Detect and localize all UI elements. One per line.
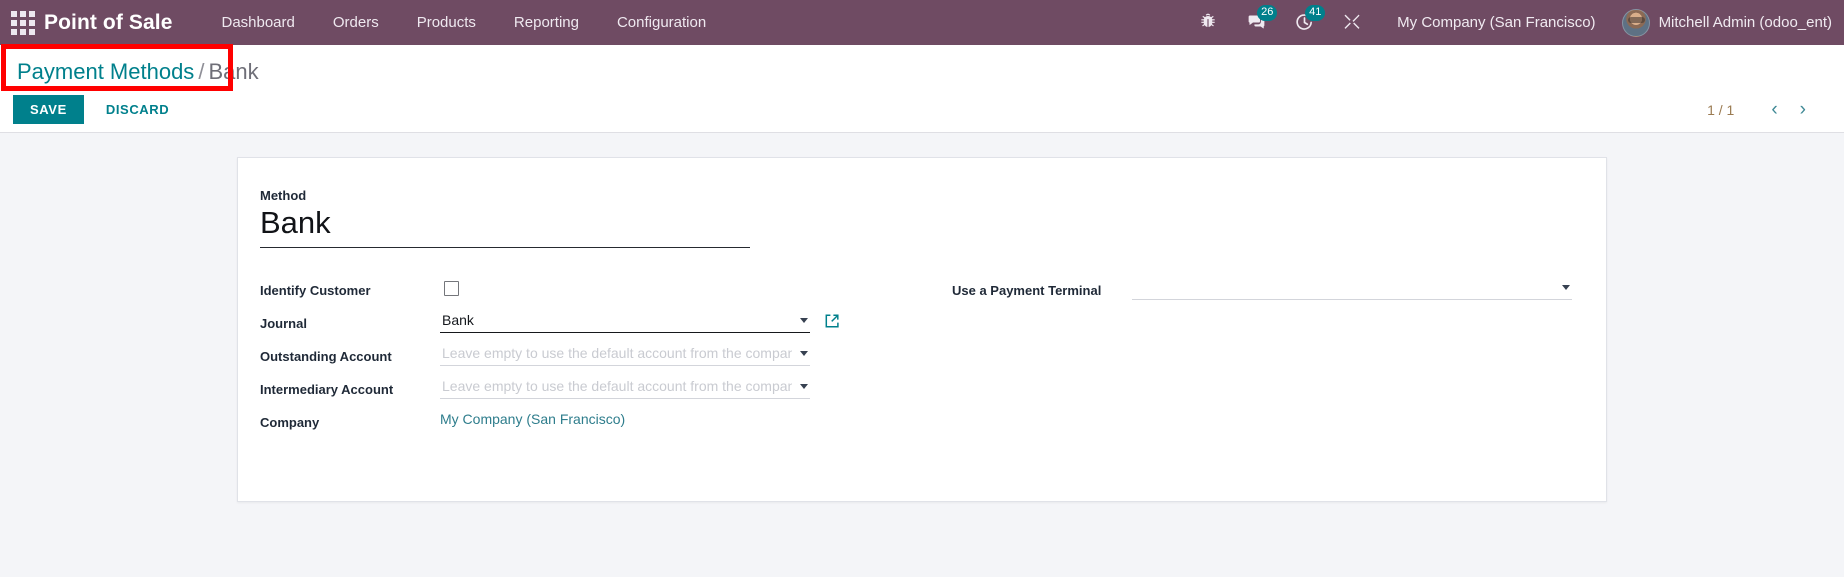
outstanding-account-input[interactable] xyxy=(440,341,810,365)
top-navbar: Point of Sale Dashboard Orders Products … xyxy=(0,0,1844,45)
record-pager: 1 / 1 ‹ › xyxy=(1707,100,1827,119)
developer-tools-icon[interactable] xyxy=(1342,12,1364,34)
identify-customer-checkbox[interactable] xyxy=(444,280,459,296)
chevron-down-icon[interactable] xyxy=(1562,284,1570,290)
chevron-down-icon[interactable] xyxy=(800,350,808,356)
bug-icon[interactable] xyxy=(1198,12,1220,34)
activities-badge: 41 xyxy=(1305,4,1326,21)
chevron-down-icon[interactable] xyxy=(800,317,808,323)
pager-count: 1 / 1 xyxy=(1707,101,1735,118)
payment-terminal-input[interactable] xyxy=(1132,275,1572,299)
intermediary-account-select[interactable] xyxy=(440,374,810,399)
menu-item-products[interactable]: Products xyxy=(398,0,495,45)
field-row-identify-customer: Identify Customer xyxy=(260,276,922,302)
outstanding-account-label: Outstanding Account xyxy=(260,348,392,364)
control-panel: Payment Methods / Bank SAVE DISCARD 1 / 1 … xyxy=(0,44,1844,133)
breadcrumb-separator: / xyxy=(198,59,205,84)
user-name-label: Mitchell Admin (odoo_ent) xyxy=(1658,14,1832,31)
field-row-intermediary-account: Intermediary Account xyxy=(260,374,922,401)
method-name-input[interactable] xyxy=(260,205,750,248)
field-row-outstanding-account: Outstanding Account xyxy=(260,341,922,368)
journal-label: Journal xyxy=(260,315,307,331)
form-column-left: Identify Customer Journal Bank Outstandi… xyxy=(260,276,922,441)
field-row-payment-terminal: Use a Payment Terminal xyxy=(952,275,1584,302)
pager-next-button[interactable]: › xyxy=(1789,100,1817,119)
save-button[interactable]: SAVE xyxy=(13,95,84,124)
navbar-right-tools: 26 41 My Company (San Francisco) Mitchel… xyxy=(1185,0,1844,45)
journal-input[interactable] xyxy=(440,308,810,332)
breadcrumb-parent-link[interactable]: Payment Methods xyxy=(17,59,194,84)
external-link-icon[interactable] xyxy=(824,313,840,329)
content-area: Method Identify Customer Journal xyxy=(0,133,1844,577)
menu-item-dashboard[interactable]: Dashboard xyxy=(202,0,313,45)
menu-item-reporting[interactable]: Reporting xyxy=(495,0,598,45)
breadcrumb: Payment Methods / Bank xyxy=(1,44,259,91)
outstanding-account-select[interactable] xyxy=(440,341,810,366)
messages-icon[interactable]: 26 xyxy=(1246,4,1278,34)
payment-terminal-label: Use a Payment Terminal xyxy=(952,282,1102,298)
user-menu[interactable]: Mitchell Admin (odoo_ent) xyxy=(1621,8,1832,37)
form-sheet: Method Identify Customer Journal xyxy=(237,157,1607,502)
breadcrumb-row: Payment Methods / Bank xyxy=(0,44,1844,91)
breadcrumb-current: Bank xyxy=(208,59,259,84)
discard-button[interactable]: DISCARD xyxy=(91,95,184,124)
identify-customer-label: Identify Customer xyxy=(260,282,371,298)
form-columns: Identify Customer Journal Bank Outstandi… xyxy=(260,275,1584,441)
activities-clock-icon[interactable]: 41 xyxy=(1294,4,1326,34)
active-company-selector[interactable]: My Company (San Francisco) xyxy=(1397,14,1595,31)
form-column-right: Use a Payment Terminal xyxy=(922,275,1584,441)
field-row-journal: Journal xyxy=(260,308,922,335)
payment-terminal-select[interactable] xyxy=(1132,275,1572,300)
method-title-block: Method xyxy=(260,188,1584,248)
field-row-company: Company My Company (San Francisco) xyxy=(260,408,922,434)
app-brand-title[interactable]: Point of Sale xyxy=(44,11,172,35)
messages-badge: 26 xyxy=(1257,4,1278,21)
menu-item-configuration[interactable]: Configuration xyxy=(598,0,725,45)
company-label: Company xyxy=(260,414,320,430)
apps-grid-icon[interactable] xyxy=(10,10,36,36)
intermediary-account-input[interactable] xyxy=(440,374,810,398)
user-avatar xyxy=(1621,8,1650,37)
company-value-link[interactable]: My Company (San Francisco) xyxy=(440,408,625,427)
method-label: Method xyxy=(260,188,307,203)
chevron-down-icon[interactable] xyxy=(800,383,808,389)
intermediary-account-label: Intermediary Account xyxy=(260,381,394,397)
pager-previous-button[interactable]: ‹ xyxy=(1760,100,1788,119)
control-panel-buttons: SAVE DISCARD 1 / 1 ‹ › xyxy=(0,87,1844,128)
journal-select[interactable] xyxy=(440,308,810,333)
menu-item-orders[interactable]: Orders xyxy=(314,0,398,45)
